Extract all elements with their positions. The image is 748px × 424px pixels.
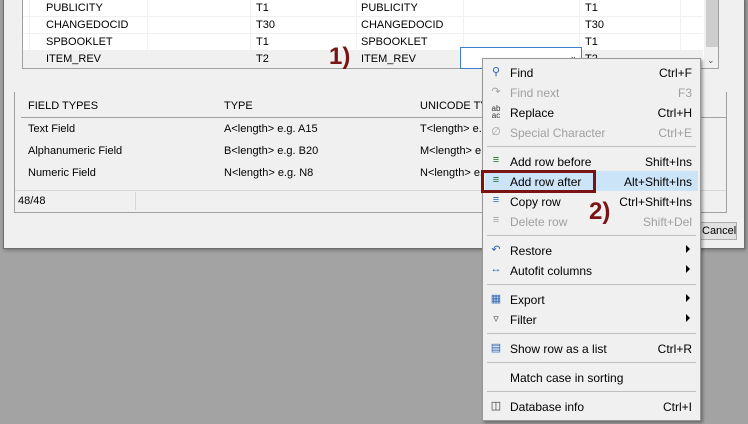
menu-label: Restore: [510, 244, 553, 258]
menu-item-show-row-as-list[interactable]: ▤ Show row as a list Ctrl+R: [485, 338, 698, 358]
annotation-highlight-box: [481, 170, 596, 193]
menu-label: Autofit columns: [510, 264, 593, 278]
field-type-name: Alphanumeric Field: [28, 145, 123, 157]
field-name: ITEM_REV: [46, 53, 102, 65]
menu-label: Database info: [510, 400, 585, 414]
menu-shortcut: Ctrl+I: [662, 400, 692, 414]
field-type: T30: [256, 19, 275, 31]
restore-icon: ↶: [491, 244, 501, 256]
menu-item-replace[interactable]: ab ac Replace Ctrl+H: [485, 102, 698, 122]
field-name: SPBOOKLET: [46, 36, 113, 48]
menu-separator: [487, 284, 696, 285]
menu-shortcut: Alt+Shift+Ins: [623, 175, 692, 189]
menu-item-find-next[interactable]: ↷ Find next F3: [485, 82, 698, 102]
add-row-before-icon: ≡: [492, 154, 500, 166]
menu-label: Copy row: [510, 195, 561, 209]
field-name-2: PUBLICITY: [361, 2, 418, 14]
database-info-icon: ◫: [490, 400, 502, 412]
menu-shortcut: Ctrl+E: [658, 126, 692, 140]
field-type: T1: [256, 2, 269, 14]
field-type: T1: [256, 36, 269, 48]
menu-item-match-case[interactable]: Match case in sorting: [485, 367, 698, 387]
menu-item-restore[interactable]: ↶ Restore: [485, 240, 698, 260]
field-name-2: ITEM_REV: [361, 53, 417, 65]
cancel-button[interactable]: Cancel: [697, 222, 737, 240]
field-type-format: N<length> e.g. N8: [224, 167, 314, 179]
find-next-icon: ↷: [491, 86, 501, 98]
menu-separator: [487, 391, 696, 392]
table-row[interactable]: SPBOOKLET T1 SPBOOKLET T1: [23, 34, 703, 51]
menu-shortcut: Ctrl+F: [659, 66, 692, 80]
submenu-arrow-icon: [686, 294, 690, 302]
field-type-name: Numeric Field: [28, 167, 96, 179]
header-type: TYPE: [224, 100, 253, 112]
menu-label: Export: [510, 293, 545, 307]
field-type-2: T30: [585, 19, 604, 31]
submenu-arrow-icon: [686, 265, 690, 273]
scrollbar-thumb[interactable]: [706, 0, 718, 47]
show-row-list-icon: ▤: [490, 342, 502, 354]
field-type-2: T1: [585, 36, 598, 48]
menu-shortcut: Shift+Ins: [644, 155, 692, 169]
menu-label: Show row as a list: [510, 342, 607, 356]
table-row[interactable]: PUBLICITY T1 PUBLICITY T1: [23, 0, 703, 17]
filter-icon: ▿: [493, 313, 499, 325]
special-character-icon: ∅: [491, 126, 501, 138]
menu-separator: [487, 235, 696, 236]
annotation-step-2: 2): [589, 198, 611, 225]
menu-item-add-row-before[interactable]: ≡ Add row before Shift+Ins: [485, 151, 698, 171]
menu-item-database-info[interactable]: ◫ Database info Ctrl+I: [485, 396, 698, 416]
field-name-2: CHANGEDOCID: [361, 19, 444, 31]
export-icon: ▦: [490, 293, 502, 305]
menu-shortcut: F3: [677, 86, 692, 100]
status-separator: [135, 192, 136, 210]
row-count: 48/48: [18, 195, 46, 207]
field-type-name: Text Field: [28, 123, 76, 135]
search-icon: ⚲: [491, 66, 501, 78]
menu-label: Replace: [510, 106, 555, 120]
context-menu: ⚲ Find Ctrl+F ↷ Find next F3 ab ac Replace Ctrl…: [482, 58, 701, 421]
field-name-2: SPBOOKLET: [361, 36, 428, 48]
menu-shortcut: Ctrl+R: [657, 342, 692, 356]
menu-shortcut: Shift+Del: [642, 215, 692, 229]
field-type: T2: [256, 53, 269, 65]
copy-row-icon: ≡: [492, 194, 500, 206]
replace-icon: ab ac: [491, 104, 501, 120]
field-type-format: A<length> e.g. A15: [224, 123, 318, 135]
annotation-step-1: 1): [329, 43, 351, 70]
menu-shortcut: Ctrl+Shift+Ins: [619, 195, 692, 209]
menu-item-filter[interactable]: ▿ Filter: [485, 309, 698, 329]
menu-item-find[interactable]: ⚲ Find Ctrl+F: [485, 62, 698, 82]
autofit-columns-icon: ↔: [490, 263, 502, 275]
menu-item-autofit-columns[interactable]: ↔ Autofit columns: [485, 260, 698, 280]
field-name: CHANGEDOCID: [46, 19, 129, 31]
delete-row-icon: ≡: [492, 214, 500, 226]
menu-label: Special Character: [510, 126, 606, 140]
menu-label: Add row before: [510, 155, 592, 169]
menu-item-export[interactable]: ▦ Export: [485, 289, 698, 309]
field-type-2: T1: [585, 2, 598, 14]
menu-label: Filter: [510, 313, 537, 327]
menu-separator: [487, 362, 696, 363]
menu-separator: [487, 333, 696, 334]
submenu-arrow-icon: [686, 245, 690, 253]
header-field-types: FIELD TYPES: [28, 100, 99, 112]
table-row[interactable]: CHANGEDOCID T30 CHANGEDOCID T30: [23, 17, 703, 34]
menu-label: Match case in sorting: [510, 371, 624, 385]
field-type-format: B<length> e.g. B20: [224, 145, 319, 157]
field-name: PUBLICITY: [46, 2, 103, 14]
menu-item-special-character[interactable]: ∅ Special Character Ctrl+E: [485, 122, 698, 142]
menu-label: Find next: [510, 86, 560, 100]
menu-label: Find: [510, 66, 534, 80]
submenu-arrow-icon: [686, 314, 690, 322]
menu-label: Delete row: [510, 215, 568, 229]
scroll-down-icon[interactable]: ⌄: [707, 55, 715, 66]
menu-separator: [487, 146, 696, 147]
menu-shortcut: Ctrl+H: [657, 106, 692, 120]
